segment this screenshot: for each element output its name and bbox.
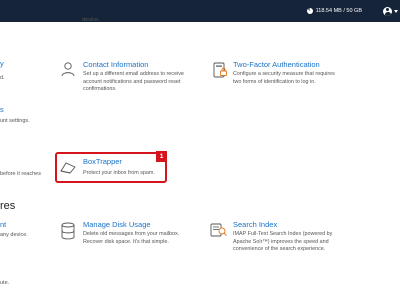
boxtrapper-highlight-frame [55, 152, 167, 183]
top-cut-text: device. [82, 17, 100, 23]
search-index-icon [210, 223, 227, 237]
left-cut-title-1[interactable]: y [0, 60, 4, 68]
user-menu[interactable] [383, 0, 398, 22]
two-factor-phone-icon [213, 62, 227, 78]
storage-usage[interactable]: 118.54 MB / 50 GB [306, 0, 362, 22]
disk-icon [61, 222, 75, 240]
left-cut-desc-4: any device. [0, 232, 28, 238]
left-cut-title-3[interactable]: nt [0, 221, 6, 229]
user-outline-icon [61, 62, 75, 77]
contact-information-title[interactable]: Contact Information [83, 60, 148, 69]
boxtrapper-badge: 1 [156, 151, 167, 162]
two-factor-title[interactable]: Two-Factor Authentication [233, 60, 320, 69]
search-index-title[interactable]: Search Index [233, 220, 277, 229]
caret-down-icon [394, 9, 398, 13]
storage-pie-icon [306, 8, 313, 14]
left-cut-desc-3: before it reaches [0, 171, 41, 177]
contact-information-desc: Set up a different email address to rece… [83, 71, 184, 93]
top-bar: 118.54 MB / 50 GB [0, 0, 400, 22]
section-heading-cut: res [0, 200, 16, 212]
user-icon [383, 6, 392, 16]
manage-disk-usage-desc: Delete old messages from your mailbox. R… [83, 231, 180, 245]
left-cut-title-2[interactable]: s [0, 106, 4, 114]
left-cut-desc-1: d. [0, 75, 5, 81]
search-index-desc: IMAP Full-Text Search Index (powered by … [233, 231, 333, 253]
left-cut-desc-5: ute. [0, 280, 10, 286]
left-cut-desc-2: unt settings. [0, 118, 30, 124]
storage-usage-text: 118.54 MB / 50 GB [315, 8, 362, 14]
two-factor-desc: Configure a security measure that requir… [233, 71, 335, 85]
manage-disk-usage-title[interactable]: Manage Disk Usage [83, 220, 151, 229]
